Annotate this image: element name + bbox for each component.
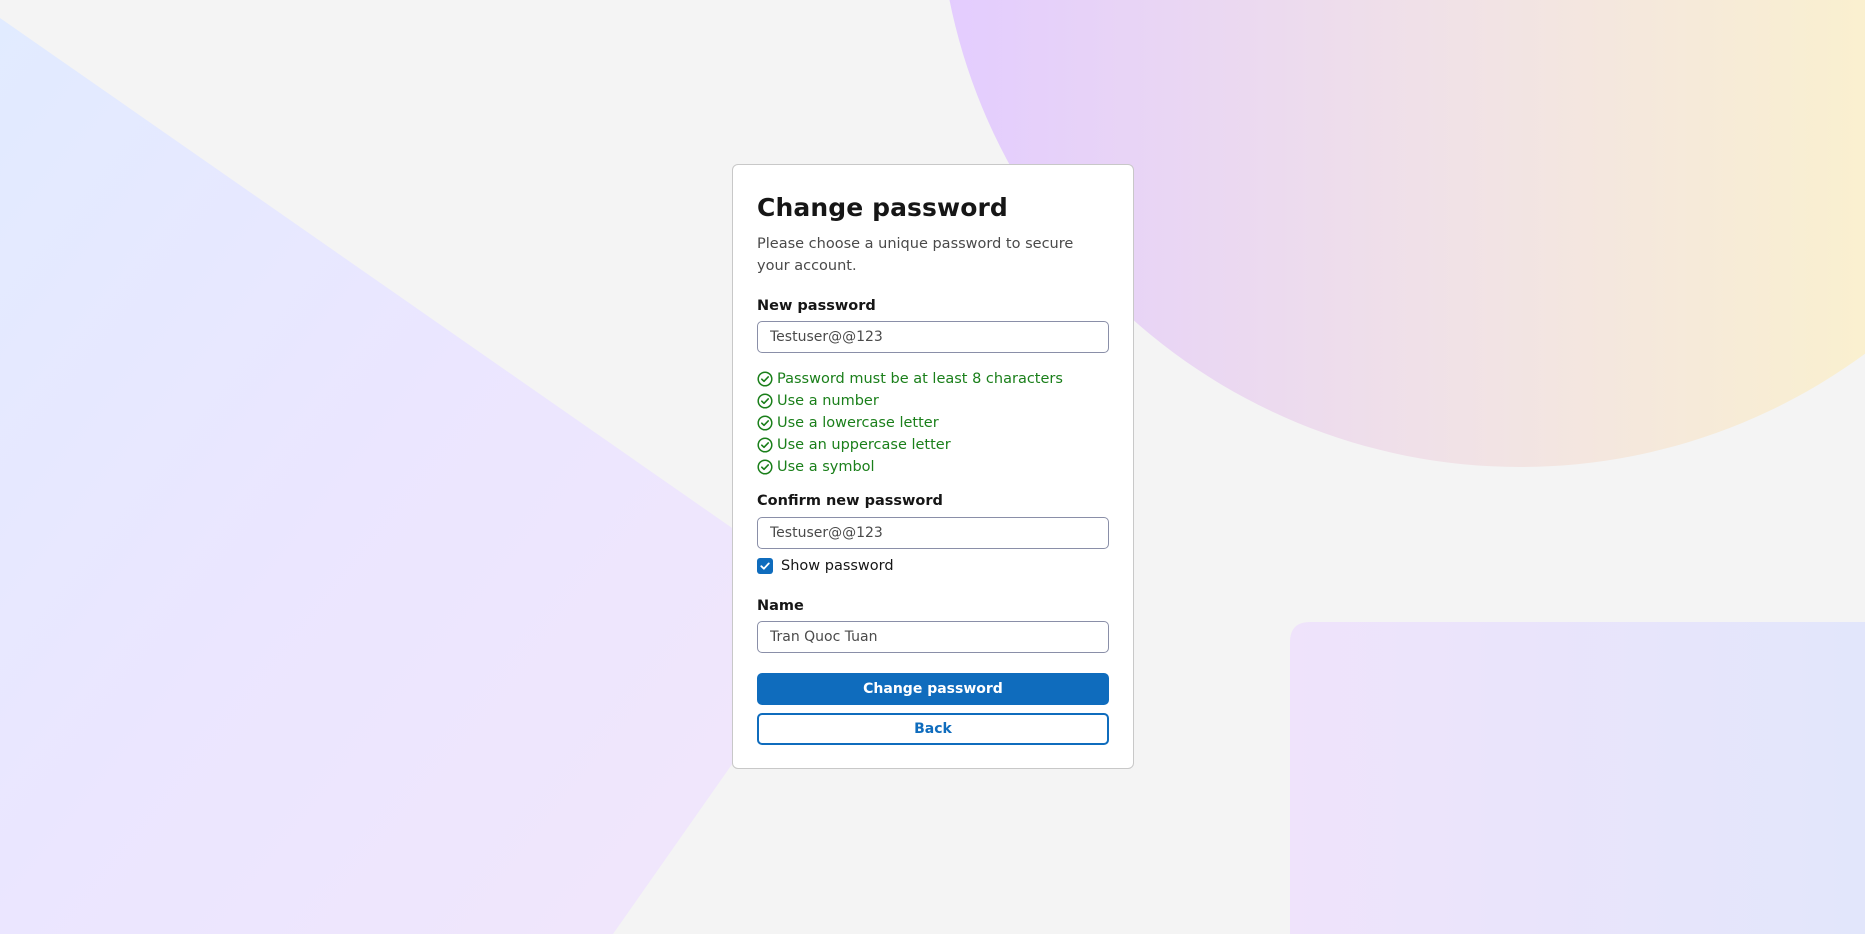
- show-password-label: Show password: [781, 558, 894, 574]
- confirm-password-label: Confirm new password: [757, 493, 943, 509]
- name-input[interactable]: [757, 621, 1109, 653]
- requirement-item: Use a number: [757, 390, 1063, 412]
- requirement-text: Use a number: [777, 393, 879, 409]
- checkmark-icon: [760, 562, 770, 570]
- check-circle-icon: [757, 371, 773, 387]
- back-button[interactable]: Back: [757, 713, 1109, 745]
- change-password-card: Change password Please choose a unique p…: [732, 164, 1134, 769]
- change-password-button[interactable]: Change password: [757, 673, 1109, 705]
- check-circle-icon: [757, 415, 773, 431]
- requirement-text: Use an uppercase letter: [777, 437, 951, 453]
- page-subtitle: Please choose a unique password to secur…: [757, 236, 1074, 274]
- requirement-text: Use a symbol: [777, 459, 875, 475]
- check-circle-icon: [757, 459, 773, 475]
- check-circle-icon: [757, 437, 773, 453]
- new-password-label: New password: [757, 298, 876, 314]
- requirement-text: Use a lowercase letter: [777, 415, 939, 431]
- name-label: Name: [757, 598, 804, 614]
- requirement-item: Use a symbol: [757, 456, 1063, 478]
- requirement-item: Use a lowercase letter: [757, 412, 1063, 434]
- requirement-item: Password must be at least 8 characters: [757, 368, 1063, 390]
- requirement-item: Use an uppercase letter: [757, 434, 1063, 456]
- show-password-checkbox[interactable]: [757, 558, 773, 574]
- new-password-input[interactable]: [757, 321, 1109, 353]
- confirm-password-input[interactable]: [757, 517, 1109, 549]
- password-requirements-list: Password must be at least 8 characters U…: [757, 368, 1063, 478]
- page-title: Change password: [757, 193, 1008, 222]
- show-password-option[interactable]: Show password: [757, 558, 894, 574]
- requirement-text: Password must be at least 8 characters: [777, 371, 1063, 387]
- check-circle-icon: [757, 393, 773, 409]
